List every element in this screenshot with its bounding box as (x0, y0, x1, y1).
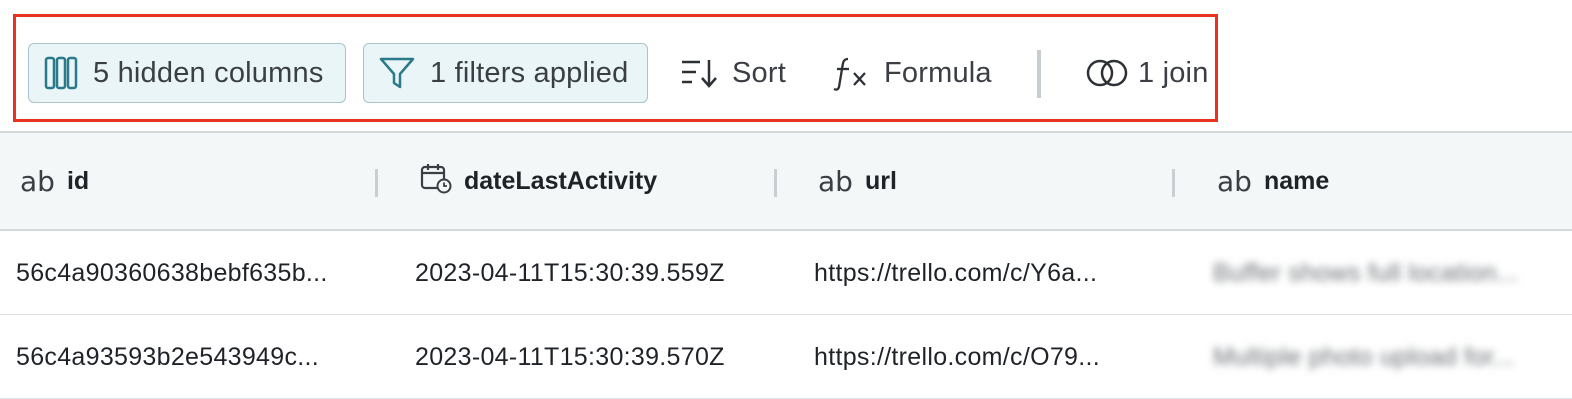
filters-label: 1 filters applied (430, 56, 629, 89)
text-type-icon: ab (818, 164, 853, 198)
cell-name[interactable]: Buffer shows full location... (1213, 231, 1519, 315)
columns-icon (43, 55, 79, 91)
joins-button[interactable]: 1 join (1086, 43, 1209, 103)
toolbar: 5 hidden columns 1 filters applied Sort (0, 0, 1572, 132)
column-header-label: url (864, 166, 897, 195)
table-row[interactable]: 56c4a90360638bebf635b... 2023-04-11T15:3… (0, 231, 1572, 315)
column-header-url[interactable]: ab url (818, 133, 897, 229)
sort-label: Sort (732, 56, 786, 89)
calendar-clock-icon (420, 162, 452, 201)
joins-label: 1 join (1138, 56, 1209, 89)
table-row[interactable]: 56c4a93593b2e543949c... 2023-04-11T15:30… (0, 315, 1572, 399)
formula-icon (832, 55, 868, 91)
cell-name[interactable]: Multiple photo upload for... (1213, 315, 1515, 399)
cell-datelastactivity[interactable]: 2023-04-11T15:30:39.559Z (415, 231, 725, 315)
hidden-columns-button[interactable]: 5 hidden columns (28, 43, 346, 103)
cell-id[interactable]: 56c4a93593b2e543949c... (16, 315, 319, 399)
column-header-datelastactivity[interactable]: dateLastActivity (420, 133, 657, 229)
join-icon (1086, 58, 1128, 88)
cell-url[interactable]: https://trello.com/c/O79... (814, 315, 1100, 399)
column-header-label: dateLastActivity (464, 166, 658, 195)
text-type-icon: ab (20, 164, 55, 198)
column-header-id[interactable]: ab id (20, 133, 89, 229)
cell-url[interactable]: https://trello.com/c/Y6a... (814, 231, 1097, 315)
column-header-name[interactable]: ab name (1217, 133, 1329, 229)
column-resize-handle[interactable] (774, 169, 777, 197)
text-type-icon: ab (1217, 164, 1252, 198)
formula-label: Formula (884, 56, 992, 89)
column-resize-handle[interactable] (1172, 169, 1175, 197)
sort-button[interactable]: Sort (680, 43, 786, 103)
cell-datelastactivity[interactable]: 2023-04-11T15:30:39.570Z (415, 315, 725, 399)
column-resize-handle[interactable] (375, 169, 378, 197)
column-header-label: id (66, 166, 90, 195)
formula-button[interactable]: Formula (832, 43, 992, 103)
table-header: ab id dateLastActivity ab url ab name (0, 131, 1572, 231)
cell-id[interactable]: 56c4a90360638bebf635b... (16, 231, 328, 315)
filters-button[interactable]: 1 filters applied (363, 43, 648, 103)
column-header-label: name (1263, 166, 1330, 195)
filter-icon (378, 55, 416, 91)
hidden-columns-label: 5 hidden columns (93, 56, 324, 89)
toolbar-divider (1037, 50, 1041, 98)
sort-icon (680, 57, 718, 89)
